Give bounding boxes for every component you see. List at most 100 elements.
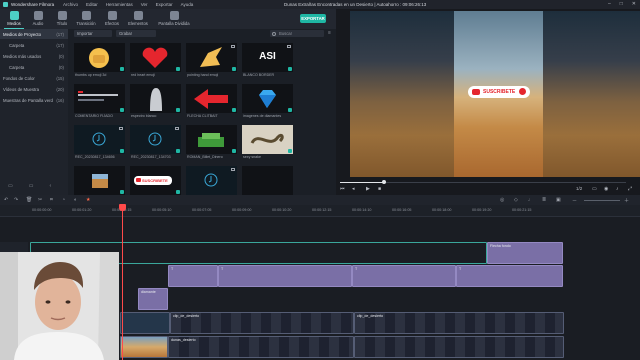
speed-icon[interactable]: ◔ <box>62 197 65 203</box>
preview-viewer[interactable]: SUSCRIBETE <box>350 11 640 177</box>
thumbnail <box>242 125 293 154</box>
media-item[interactable]: COMENTARIO FIJADO <box>74 84 125 118</box>
sidebar-item-green-screen[interactable]: Muestras de Pantalla verd (16) <box>0 95 68 105</box>
sidebar-item-sample-videos[interactable]: Vídeos de Muestra (20) <box>0 84 68 94</box>
import-folder-icon[interactable]: ▭ <box>29 183 34 189</box>
new-folder-icon[interactable]: ▭ <box>8 183 13 189</box>
undo-icon[interactable]: ↶ <box>4 197 8 203</box>
quality-select[interactable]: 1/2 <box>576 186 582 191</box>
thumbnail <box>74 43 125 72</box>
menu-archivo[interactable]: Archivo <box>63 2 78 7</box>
video-clip[interactable] <box>120 336 168 358</box>
menu-editar[interactable]: Editar <box>86 2 98 7</box>
mic-icon[interactable]: ♩ <box>528 197 533 203</box>
collapse-icon[interactable]: ‹ <box>49 183 51 189</box>
playhead[interactable] <box>122 204 123 360</box>
clip-label: T <box>355 267 358 271</box>
crop-icon[interactable]: ⌗ <box>50 197 53 203</box>
sidebar-item-project-media[interactable]: Medios de Proyecto (17) <box>0 29 68 39</box>
tab-transition-label: Transición <box>76 21 96 26</box>
ai-tool-icon[interactable]: ★ <box>86 197 90 203</box>
fullscreen-icon[interactable]: ⤢ <box>628 186 632 192</box>
step-back-icon[interactable]: ◂ <box>352 186 355 192</box>
minimize-icon[interactable]: – <box>608 1 611 7</box>
media-item[interactable]: REC_20230817_134703 <box>130 125 181 159</box>
elements-icon <box>133 11 143 20</box>
title-clip[interactable]: T <box>456 265 563 287</box>
preview-scrubber[interactable] <box>336 180 640 184</box>
tab-transition[interactable]: Transición <box>74 10 98 28</box>
snapshot-icon[interactable]: ◉ <box>604 186 608 192</box>
delete-icon[interactable]: 🗑 <box>26 197 32 203</box>
clip-label: T <box>171 267 174 271</box>
media-icon <box>9 11 19 20</box>
ruler-tick: 00:00:01:20 <box>72 208 92 212</box>
tab-effects[interactable]: Efectos <box>100 10 124 28</box>
image-clip[interactable]: diamante <box>138 288 168 310</box>
video-clip[interactable]: clip_de_desierto <box>354 312 564 334</box>
title-clip[interactable]: T <box>168 265 218 287</box>
sidebar-item-label: Medios de Proyecto <box>3 31 41 37</box>
image-type-icon <box>287 45 291 48</box>
media-item[interactable]: red heart emoji <box>130 43 181 77</box>
zoom-in-icon[interactable]: ＋ <box>624 197 629 204</box>
subscribe-overlay: SUSCRIBETE <box>468 86 530 98</box>
video-clip[interactable] <box>120 312 170 334</box>
mix-icon[interactable]: ≣ <box>542 197 546 203</box>
maximize-icon[interactable]: □ <box>620 1 623 7</box>
menu-ayuda[interactable]: Ayuda <box>181 2 194 7</box>
import-dropdown[interactable]: Importar <box>74 30 112 37</box>
title-clip[interactable]: T <box>352 265 456 287</box>
tab-elements[interactable]: Elementos <box>126 10 150 28</box>
video-clip[interactable]: clip_de_desierto <box>170 312 354 334</box>
timeline-clip[interactable]: Flecha fondo <box>487 242 563 264</box>
record-dropdown[interactable]: Grabar <box>116 30 156 37</box>
sidebar-item-color-backgrounds[interactable]: Fondos de Color (15) <box>0 73 68 83</box>
media-item[interactable]: FLECHA CLITBAIT <box>186 84 237 118</box>
sidebar-item-folder[interactable]: Carpeta (17) <box>0 40 68 50</box>
media-item[interactable]: imagenes de diamantes <box>242 84 293 118</box>
media-item[interactable]: ROMAN_Billet_Dinero <box>186 125 237 159</box>
color-icon[interactable]: ◐ <box>74 197 77 203</box>
video-clip[interactable] <box>354 336 564 358</box>
tab-split-screen[interactable]: Pantalla Dividida <box>156 10 192 28</box>
filter-icon[interactable]: ≡ <box>326 30 333 37</box>
close-icon[interactable]: ✕ <box>632 1 636 7</box>
scrub-handle[interactable] <box>382 180 386 184</box>
tab-effects-label: Efectos <box>105 21 119 26</box>
zoom-slider[interactable] <box>584 199 620 201</box>
used-check-icon <box>232 67 236 71</box>
volume-icon[interactable]: ♪ <box>616 186 619 192</box>
menu-ver[interactable]: Ver <box>141 2 148 7</box>
sidebar-item-folder-2[interactable]: Carpeta (0) <box>0 62 68 72</box>
tab-audio[interactable]: Audio <box>26 10 50 28</box>
timeline-ruler[interactable]: 00:00:00:00 00:00:01:20 00:00:03:15 00:0… <box>0 205 640 217</box>
tab-media[interactable]: Medios <box>2 10 26 29</box>
menu-herramientas[interactable]: Herramientas <box>106 2 133 7</box>
sidebar-item-most-used[interactable]: Medios más usados (0) <box>0 51 68 61</box>
media-item[interactable]: ASI BLANCO BORDER <box>242 43 293 77</box>
media-item[interactable]: espectro blanco <box>130 84 181 118</box>
media-item[interactable]: pointing hand emoji <box>186 43 237 77</box>
play-icon[interactable]: ▶ <box>366 186 370 192</box>
playhead-handle[interactable] <box>119 204 126 211</box>
export-button[interactable]: EXPORTAR <box>300 14 326 23</box>
marker-icon[interactable]: ◇ <box>514 197 518 203</box>
menu-exportar[interactable]: Exportar <box>156 2 173 7</box>
stop-icon[interactable]: ■ <box>378 186 381 192</box>
zoom-out-icon[interactable]: － <box>572 197 577 204</box>
sidebar-footer: ▭ ▭ ‹ <box>8 183 51 189</box>
media-item[interactable]: thumbs up emoji 3d <box>74 43 125 77</box>
snapshot-icon[interactable]: ▣ <box>556 197 561 203</box>
search-input[interactable]: Buscar <box>270 30 324 37</box>
title-clip[interactable]: T <box>218 265 352 287</box>
media-item[interactable]: REC_20230817_134656 <box>74 125 125 159</box>
tab-title[interactable]: Título <box>50 10 74 28</box>
prev-frame-icon[interactable]: ⏮ <box>340 186 345 192</box>
video-clip[interactable]: dunas_desierto <box>168 336 354 358</box>
redo-icon[interactable]: ↷ <box>14 197 18 203</box>
media-item[interactable]: sexy snake <box>242 125 293 159</box>
cut-icon[interactable]: ✂ <box>38 197 42 203</box>
render-icon[interactable]: ◎ <box>500 197 504 203</box>
screen-icon[interactable]: ▭ <box>592 186 597 192</box>
